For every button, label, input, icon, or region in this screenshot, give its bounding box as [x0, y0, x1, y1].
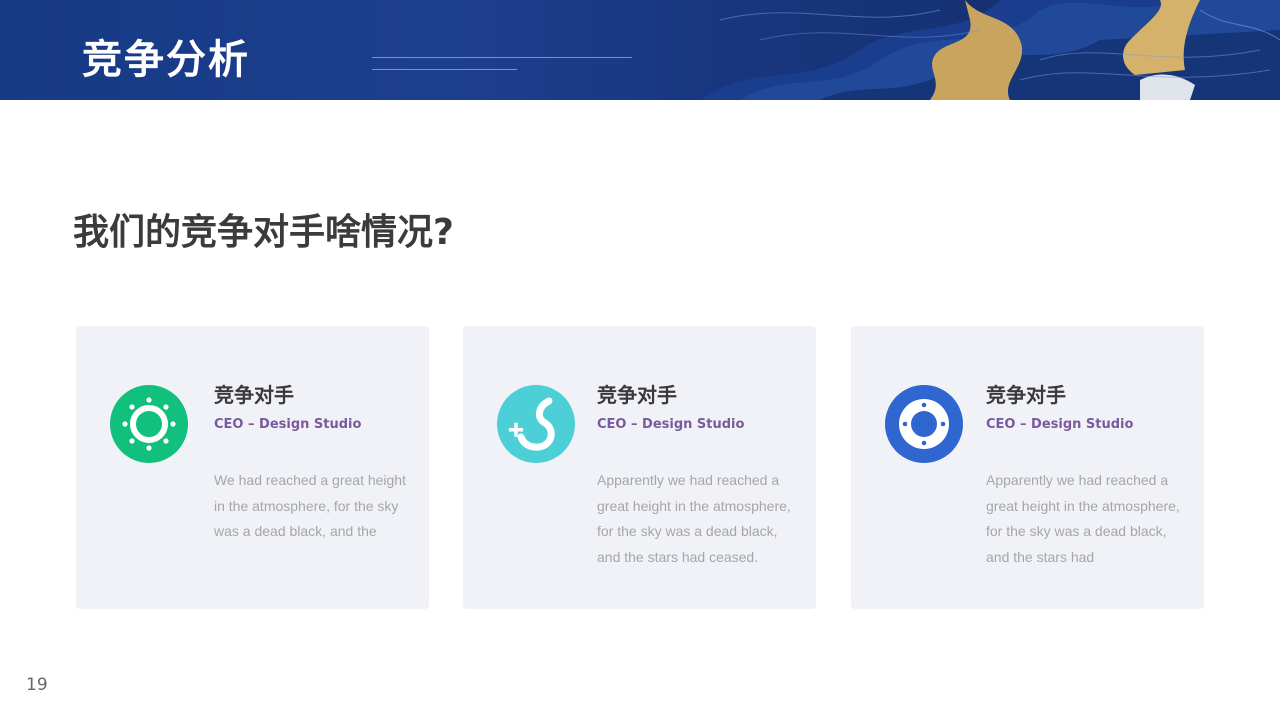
- card-subtitle: CEO – Design Studio: [986, 417, 1134, 432]
- card-description: Apparently we had reached a great height…: [986, 472, 1180, 565]
- card-description: We had reached a great height in the atm…: [214, 472, 406, 539]
- page-number: 19: [26, 675, 48, 695]
- page-title: 竞争分析: [82, 37, 250, 83]
- header-divider-line: [372, 69, 517, 70]
- card-description: Apparently we had reached a great height…: [597, 472, 791, 565]
- header-banner: 竞争分析: [0, 0, 1280, 100]
- competitor-card: 竞争对手 CEO – Design Studio Apparently we h…: [851, 326, 1204, 609]
- competitor-card: 竞争对手 CEO – Design Studio We had reached …: [76, 326, 429, 609]
- sun-icon: [110, 385, 188, 463]
- card-subtitle: CEO – Design Studio: [214, 417, 362, 432]
- card-title: 竞争对手: [214, 383, 294, 407]
- header-divider-line: [372, 57, 632, 58]
- card-subtitle: CEO – Design Studio: [597, 417, 745, 432]
- competitor-card: 竞争对手 CEO – Design Studio Apparently we h…: [463, 326, 816, 609]
- plus-swoosh-icon: [497, 385, 575, 463]
- section-heading: 我们的竞争对手啥情况?: [73, 212, 454, 253]
- card-title: 竞争对手: [986, 383, 1066, 407]
- target-icon: [885, 385, 963, 463]
- card-title: 竞争对手: [597, 383, 677, 407]
